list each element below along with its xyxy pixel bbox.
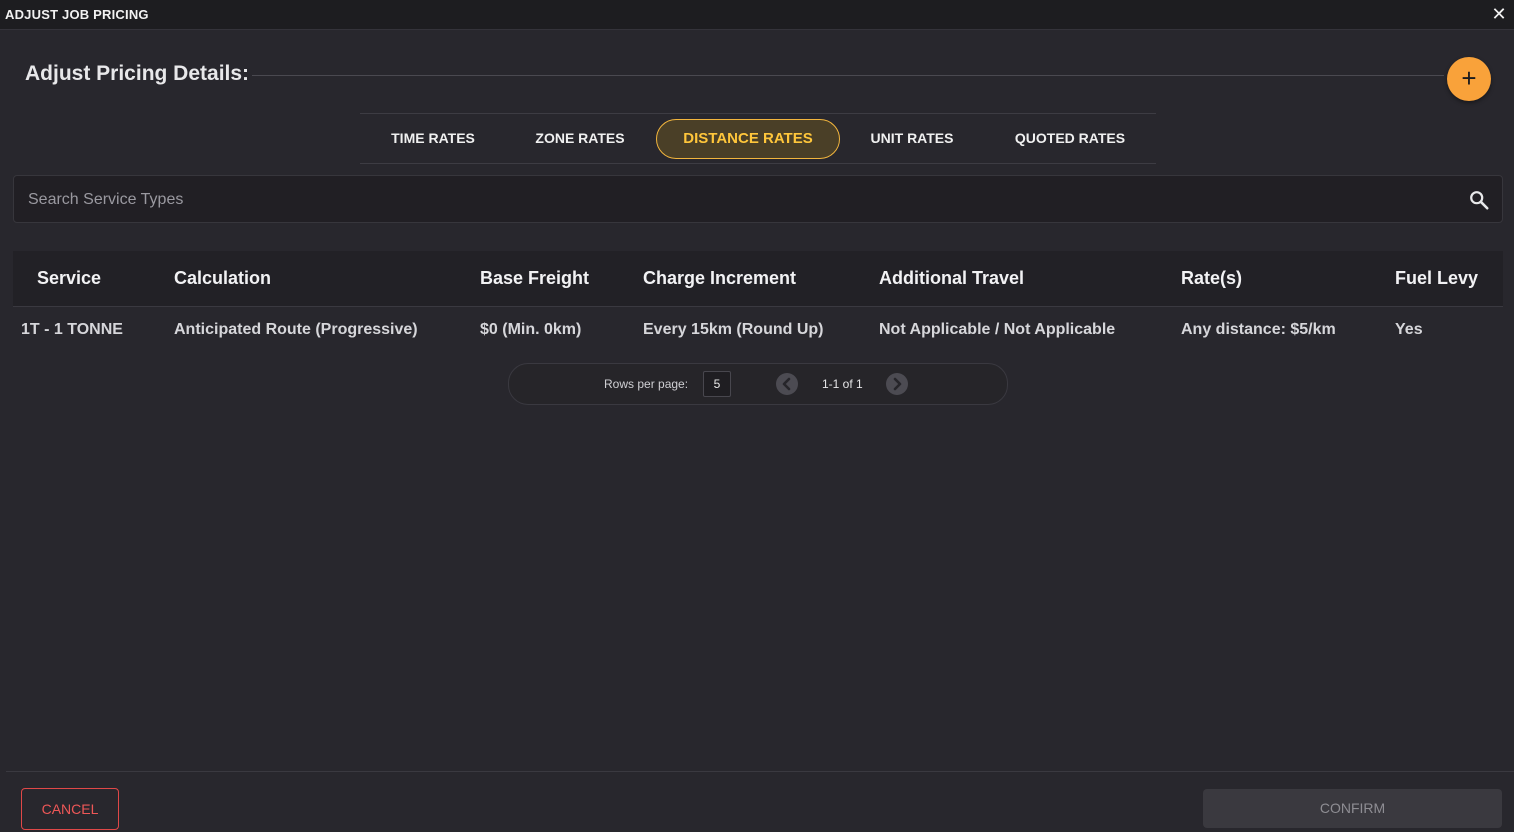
cell-rates: Any distance: $5/km bbox=[1181, 321, 1336, 338]
chevron-left-icon bbox=[782, 377, 791, 391]
add-rate-button[interactable]: + bbox=[1447, 57, 1491, 101]
tab-distance-rates[interactable]: DISTANCE RATES bbox=[656, 119, 840, 159]
column-header-charge-increment[interactable]: Charge Increment bbox=[643, 268, 796, 289]
cell-calculation: Anticipated Route (Progressive) bbox=[174, 321, 418, 338]
cell-additional-travel: Not Applicable / Not Applicable bbox=[879, 321, 1116, 338]
cell-fuel-levy: Yes bbox=[1395, 321, 1423, 338]
tab-quoted-rates[interactable]: QUOTED RATES bbox=[1008, 126, 1132, 150]
search-bar bbox=[13, 175, 1503, 224]
column-header-rates[interactable]: Rate(s) bbox=[1181, 268, 1242, 289]
rows-per-page-select[interactable]: 5 bbox=[703, 371, 731, 397]
next-page-button[interactable] bbox=[886, 373, 908, 395]
tab-unit-rates[interactable]: UNIT RATES bbox=[862, 126, 962, 150]
tab-zone-rates[interactable]: ZONE RATES bbox=[528, 126, 632, 150]
column-header-additional-travel[interactable]: Additional Travel bbox=[879, 268, 1024, 289]
search-icon[interactable] bbox=[1468, 189, 1490, 211]
column-header-service[interactable]: Service bbox=[37, 268, 101, 289]
tab-time-rates[interactable]: TIME RATES bbox=[382, 126, 484, 150]
previous-page-button[interactable] bbox=[776, 373, 798, 395]
cell-base-freight: $0 (Min. 0km) bbox=[480, 321, 582, 338]
close-icon[interactable]: ✕ bbox=[1490, 4, 1508, 24]
confirm-button[interactable]: CONFIRM bbox=[1203, 789, 1502, 828]
section-heading: Adjust Pricing Details: bbox=[25, 62, 250, 85]
footer-divider bbox=[6, 771, 1514, 772]
table-header: Service Calculation Base Freight Charge … bbox=[13, 251, 1503, 307]
column-header-fuel-levy[interactable]: Fuel Levy bbox=[1395, 268, 1478, 289]
dialog-titlebar: ADJUST JOB PRICING ✕ bbox=[0, 0, 1514, 30]
heading-divider bbox=[252, 75, 1444, 76]
column-header-base-freight[interactable]: Base Freight bbox=[480, 268, 589, 289]
pagination: Rows per page: 5 1-1 of 1 bbox=[508, 363, 1008, 405]
dialog-title: ADJUST JOB PRICING bbox=[5, 7, 149, 22]
table-row[interactable]: 1T - 1 TONNE Anticipated Route (Progress… bbox=[13, 307, 1503, 353]
search-input[interactable] bbox=[26, 176, 1450, 224]
cell-charge-increment: Every 15km (Round Up) bbox=[643, 321, 824, 338]
chevron-right-icon bbox=[893, 377, 902, 391]
cancel-button[interactable]: CANCEL bbox=[21, 788, 119, 830]
column-header-calculation[interactable]: Calculation bbox=[174, 268, 271, 289]
cell-service: 1T - 1 TONNE bbox=[21, 321, 123, 338]
rows-per-page-label: Rows per page: bbox=[604, 377, 689, 391]
page-range: 1-1 of 1 bbox=[822, 377, 863, 391]
rate-tabs: TIME RATES ZONE RATES DISTANCE RATES UNI… bbox=[360, 113, 1156, 164]
